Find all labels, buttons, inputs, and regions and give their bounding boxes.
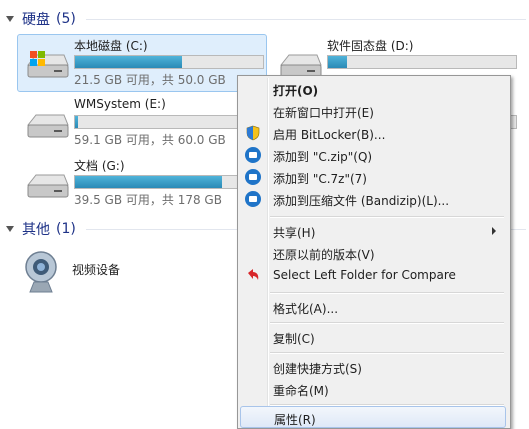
menu-item-label: 启用 BitLocker(B)... xyxy=(273,128,386,142)
menu-item-add-archive[interactable]: 添加到压缩文件 (Bandizip)(L)... xyxy=(240,188,506,210)
menu-item-open[interactable]: 打开(O) xyxy=(240,78,506,100)
collapse-triangle-icon[interactable] xyxy=(6,226,14,232)
drive-e[interactable]: WMSystem (E:) 59.1 GB 可用，共 60.0 GB xyxy=(17,94,267,152)
hard-drive-icon xyxy=(26,174,69,198)
menu-item-label: Select Left Folder for Compare xyxy=(273,268,456,282)
webcam-icon xyxy=(25,251,57,293)
menu-item-label: 添加到压缩文件 (Bandizip)(L)... xyxy=(273,194,450,208)
menu-item-properties[interactable]: 属性(R) xyxy=(240,406,506,428)
menu-item-label: 复制(C) xyxy=(273,332,315,346)
drive-usage-bar xyxy=(74,55,264,69)
menu-item-open-new-window[interactable]: 在新窗口中打开(E) xyxy=(240,100,506,122)
menu-item-create-shortcut[interactable]: 创建快捷方式(S) xyxy=(240,356,506,378)
drive-c[interactable]: 本地磁盘 (C:) 21.5 GB 可用，共 50.0 GB xyxy=(17,34,267,92)
menu-separator xyxy=(270,322,504,324)
menu-item-label: 添加到 "C.7z"(7) xyxy=(273,172,367,186)
menu-item-format[interactable]: 格式化(A)... xyxy=(240,296,506,318)
menu-item-label: 添加到 "C.zip"(Q) xyxy=(273,150,373,164)
menu-item-share[interactable]: 共享(H) xyxy=(240,220,506,242)
group-count: (5) xyxy=(56,11,76,27)
menu-item-restore-versions[interactable]: 还原以前的版本(V) xyxy=(240,242,506,264)
menu-item-label: 还原以前的版本(V) xyxy=(273,248,375,262)
menu-item-label: 属性(R) xyxy=(274,413,316,427)
menu-item-copy[interactable]: 复制(C) xyxy=(240,326,506,348)
menu-item-label: 打开(O) xyxy=(273,84,319,98)
undo-arrow-icon xyxy=(248,269,259,280)
menu-item-label: 重命名(M) xyxy=(273,384,329,398)
group-count: (1) xyxy=(56,221,76,237)
collapse-triangle-icon[interactable] xyxy=(6,16,14,22)
drive-name: 文档 (G:) xyxy=(74,159,125,173)
menu-item-label: 创建快捷方式(S) xyxy=(273,362,362,376)
drive-name: WMSystem (E:) xyxy=(74,97,166,111)
shield-icon xyxy=(246,125,260,141)
context-menu: 打开(O) 在新窗口中打开(E) 启用 BitLocker(B)... 添加到 … xyxy=(237,75,511,429)
drive-usage-bar xyxy=(327,55,517,69)
menu-separator xyxy=(270,352,504,354)
menu-separator xyxy=(270,292,504,294)
drive-space: 39.5 GB 可用，共 178 GB xyxy=(74,193,222,207)
drive-name: 本地磁盘 (C:) xyxy=(74,39,148,53)
drive-space: 21.5 GB 可用，共 50.0 GB xyxy=(74,73,226,87)
group-divider xyxy=(86,19,526,20)
bandizip-icon xyxy=(245,191,261,207)
drive-name: 软件固态盘 (D:) xyxy=(327,39,414,53)
group-label: 硬盘 xyxy=(22,12,50,28)
menu-separator xyxy=(270,216,504,218)
menu-item-label: 共享(H) xyxy=(273,226,316,240)
hard-drive-icon xyxy=(26,114,69,138)
drive-g[interactable]: 文档 (G:) 39.5 GB 可用，共 178 GB xyxy=(17,154,267,212)
drive-usage-bar xyxy=(74,175,264,189)
menu-item-rename[interactable]: 重命名(M) xyxy=(240,378,506,400)
video-device[interactable]: 视频设备 xyxy=(20,250,220,300)
menu-item-label: 在新窗口中打开(E) xyxy=(273,106,374,120)
device-name: 视频设备 xyxy=(72,263,121,277)
drive-usage-bar xyxy=(74,115,264,129)
menu-item-add-7z[interactable]: 添加到 "C.7z"(7) xyxy=(240,166,506,188)
hard-drive-windows-icon xyxy=(26,51,69,78)
bandizip-icon xyxy=(245,147,261,163)
menu-item-add-zip[interactable]: 添加到 "C.zip"(Q) xyxy=(240,144,506,166)
drive-space: 59.1 GB 可用，共 60.0 GB xyxy=(74,133,226,147)
group-label: 其他 xyxy=(22,222,50,238)
menu-item-label: 格式化(A)... xyxy=(273,302,339,316)
bandizip-icon xyxy=(245,169,261,185)
group-header-hard-disks[interactable]: 硬盘 (5) xyxy=(6,9,526,29)
submenu-arrow-icon xyxy=(492,227,496,235)
menu-item-bitlocker[interactable]: 启用 BitLocker(B)... xyxy=(240,122,506,144)
menu-item-compare[interactable]: Select Left Folder for Compare xyxy=(240,264,506,286)
